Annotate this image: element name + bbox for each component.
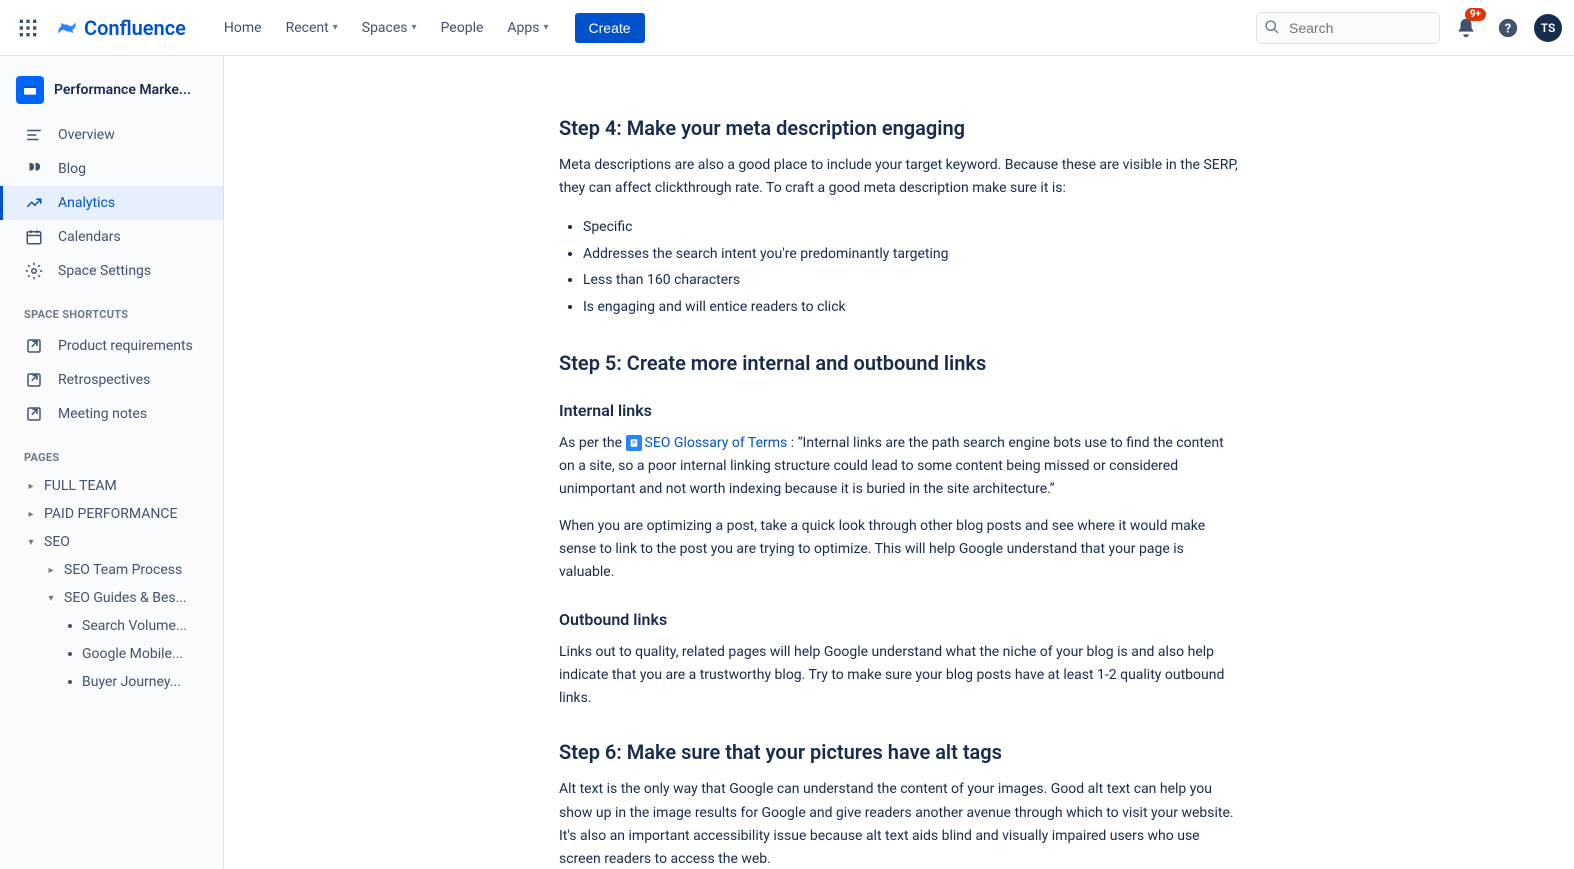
sidebar-item-label: Blog <box>58 161 86 177</box>
list-item: Less than 160 characters <box>583 267 1239 294</box>
outbound-links-heading: Outbound links <box>559 610 1239 629</box>
sidebar-item-blog[interactable]: Blog <box>0 152 223 186</box>
help-button[interactable]: ? <box>1492 12 1524 44</box>
external-link-icon <box>24 336 44 356</box>
shortcut-meeting-notes[interactable]: Meeting notes <box>0 397 223 431</box>
shortcut-product-requirements[interactable]: Product requirements <box>0 329 223 363</box>
bullet-icon <box>68 652 72 656</box>
chevron-right-icon[interactable]: ▸ <box>24 509 38 520</box>
sidebar-item-label: Overview <box>58 127 115 143</box>
bullet-icon <box>68 680 72 684</box>
tree-seo-team-process[interactable]: ▸ SEO Team Process <box>0 556 223 584</box>
shortcut-retrospectives[interactable]: Retrospectives <box>0 363 223 397</box>
shortcut-label: Meeting notes <box>58 406 147 422</box>
top-nav: Confluence Home Recent▾ Spaces▾ People A… <box>0 0 1574 56</box>
top-nav-right: 9+ ? TS <box>1256 12 1562 44</box>
step5-heading: Step 5: Create more internal and outboun… <box>559 351 1239 375</box>
chevron-right-icon[interactable]: ▸ <box>24 481 38 492</box>
chevron-down-icon[interactable]: ▾ <box>44 593 58 604</box>
internal-links-p1: As per the SEO Glossary of Terms : “Inte… <box>559 432 1239 501</box>
create-button[interactable]: Create <box>575 13 645 43</box>
space-title: Performance Marke... <box>54 82 191 98</box>
shortcuts-label: SPACE SHORTCUTS <box>0 288 223 329</box>
step4-list: Specific Addresses the search intent you… <box>559 214 1239 320</box>
external-link-icon <box>24 404 44 424</box>
internal-links-heading: Internal links <box>559 401 1239 420</box>
sidebar-item-label: Space Settings <box>58 263 151 279</box>
tree-seo-guides[interactable]: ▾ SEO Guides & Bes... <box>0 584 223 612</box>
nav-spaces[interactable]: Spaces▾ <box>352 14 427 42</box>
nav-items: Home Recent▾ Spaces▾ People Apps▾ <box>214 14 559 42</box>
tree-seo[interactable]: ▾ SEO <box>0 528 223 556</box>
step6-heading: Step 6: Make sure that your pictures hav… <box>559 740 1239 764</box>
gear-icon <box>24 261 44 281</box>
sidebar-item-label: Calendars <box>58 229 121 245</box>
pages-label: PAGES <box>0 431 223 472</box>
outbound-links-p: Links out to quality, related pages will… <box>559 641 1239 710</box>
tree-google-mobile[interactable]: Google Mobile... <box>0 640 223 668</box>
search-icon <box>1264 19 1280 39</box>
step6-p: Alt text is the only way that Google can… <box>559 778 1239 869</box>
calendar-icon <box>24 227 44 247</box>
step4-heading: Step 4: Make your meta description engag… <box>559 116 1239 140</box>
tree-search-volume[interactable]: Search Volume... <box>0 612 223 640</box>
blog-icon <box>24 159 44 179</box>
analytics-icon <box>24 193 44 213</box>
space-header[interactable]: Performance Marke... <box>0 72 223 118</box>
step4-intro: Meta descriptions are also a good place … <box>559 154 1239 200</box>
tree-paid-performance[interactable]: ▸ PAID PERFORMANCE <box>0 500 223 528</box>
top-nav-left: Confluence Home Recent▾ Spaces▾ People A… <box>12 12 645 44</box>
nav-apps[interactable]: Apps▾ <box>497 14 558 42</box>
user-avatar[interactable]: TS <box>1534 14 1562 42</box>
document: Step 4: Make your meta description engag… <box>559 116 1239 869</box>
nav-home[interactable]: Home <box>214 14 272 42</box>
chevron-down-icon: ▾ <box>544 22 549 33</box>
internal-links-p2: When you are optimizing a post, take a q… <box>559 515 1239 584</box>
nav-recent[interactable]: Recent▾ <box>276 14 348 42</box>
confluence-logo[interactable]: Confluence <box>48 16 194 40</box>
list-item: Is engaging and will entice readers to c… <box>583 294 1239 321</box>
tree-buyer-journey[interactable]: Buyer Journey... <box>0 668 223 696</box>
shortcut-label: Product requirements <box>58 338 193 354</box>
search-box <box>1256 12 1440 44</box>
sidebar-item-label: Analytics <box>58 195 115 211</box>
search-input[interactable] <box>1256 12 1440 44</box>
sidebar-item-analytics[interactable]: Analytics <box>0 186 223 220</box>
notifications-button[interactable]: 9+ <box>1450 12 1482 44</box>
sidebar-item-overview[interactable]: Overview <box>0 118 223 152</box>
sidebar-item-calendars[interactable]: Calendars <box>0 220 223 254</box>
chevron-right-icon[interactable]: ▸ <box>44 565 58 576</box>
list-item: Specific <box>583 214 1239 241</box>
space-icon <box>16 76 44 104</box>
nav-people[interactable]: People <box>431 14 494 42</box>
chevron-down-icon: ▾ <box>333 22 338 33</box>
svg-text:?: ? <box>1505 21 1511 36</box>
doc-link-icon <box>626 435 642 451</box>
list-item: Addresses the search intent you're predo… <box>583 241 1239 268</box>
seo-glossary-link[interactable]: SEO Glossary of Terms <box>645 435 788 451</box>
external-link-icon <box>24 370 44 390</box>
sidebar: Performance Marke... Overview Blog Analy… <box>0 56 224 869</box>
tree-full-team[interactable]: ▸ FULL TEAM <box>0 472 223 500</box>
shortcut-label: Retrospectives <box>58 372 150 388</box>
app-switcher-icon[interactable] <box>12 12 44 44</box>
content-area: Step 4: Make your meta description engag… <box>224 56 1574 869</box>
chevron-down-icon: ▾ <box>412 22 417 33</box>
main-layout: Performance Marke... Overview Blog Analy… <box>0 56 1574 869</box>
sidebar-item-settings[interactable]: Space Settings <box>0 254 223 288</box>
logo-text: Confluence <box>84 16 186 40</box>
notification-badge: 9+ <box>1465 8 1486 21</box>
overview-icon <box>24 125 44 145</box>
chevron-down-icon[interactable]: ▾ <box>24 537 38 548</box>
bullet-icon <box>68 624 72 628</box>
